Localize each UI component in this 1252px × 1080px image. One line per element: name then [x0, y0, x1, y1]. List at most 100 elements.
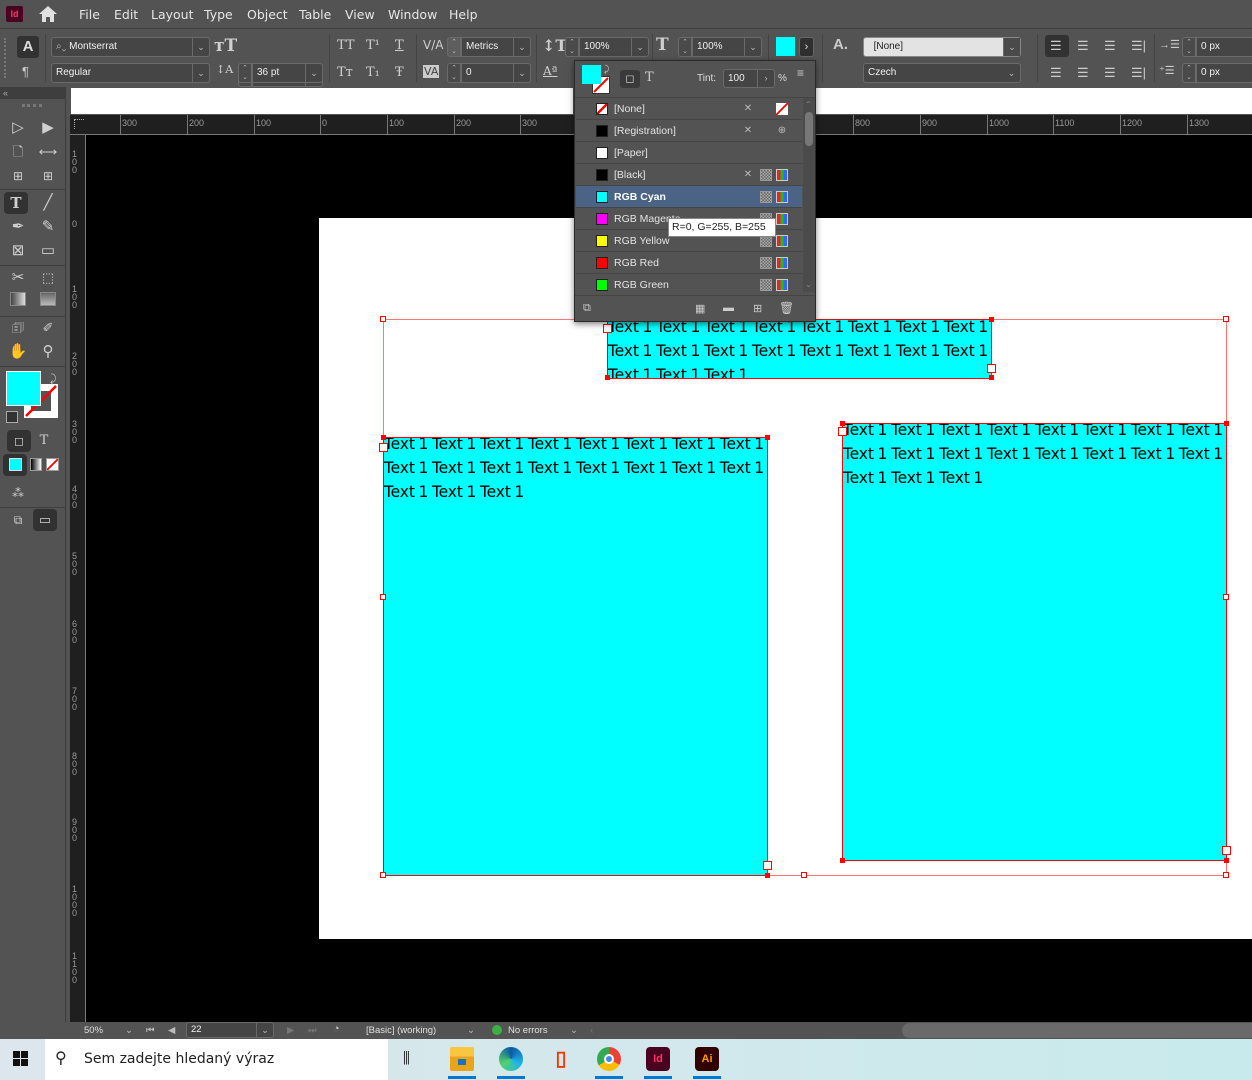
new-color-group-icon[interactable]: ▬: [723, 302, 734, 314]
gap-tool-icon[interactable]: ⟷: [36, 141, 60, 163]
new-swatch-icon[interactable]: ⊞: [753, 302, 762, 315]
out-port-handle[interactable]: [1222, 846, 1231, 855]
frame-corner-handle[interactable]: [381, 435, 386, 440]
character-style-field[interactable]: [None] ⌄: [863, 37, 1021, 57]
menu-table[interactable]: Table: [299, 7, 331, 22]
selection-handle[interactable]: [1223, 872, 1229, 878]
chrome-icon[interactable]: [597, 1047, 621, 1071]
swatch-row[interactable]: RGB Cyan: [576, 186, 802, 208]
ruler-origin-icon[interactable]: [74, 119, 84, 129]
chevron-down-icon[interactable]: ⌄: [192, 38, 209, 56]
all-caps-button[interactable]: TT: [337, 38, 355, 53]
selection-handle[interactable]: [380, 594, 386, 600]
menu-window[interactable]: Window: [388, 7, 437, 22]
paragraph-mode-icon[interactable]: ¶: [22, 64, 29, 79]
horizontal-scrollbar-thumb[interactable]: [902, 1023, 1252, 1038]
frame-corner-handle[interactable]: [840, 421, 845, 426]
zoom-tool-icon[interactable]: ⚲: [36, 341, 60, 363]
swatch-row[interactable]: RGB Red: [576, 252, 802, 274]
show-swatch-options-icon[interactable]: ⧉: [583, 302, 591, 315]
in-port-handle[interactable]: [379, 443, 388, 452]
tint-field[interactable]: 100 ›: [723, 69, 775, 88]
formatting-text-icon[interactable]: T: [32, 430, 56, 452]
type-tool-icon[interactable]: T: [4, 192, 28, 214]
fill-color-swatch[interactable]: [776, 37, 795, 56]
menu-view[interactable]: View: [345, 7, 375, 22]
chevron-down-icon[interactable]: ⌄: [256, 1023, 273, 1037]
container-format-button[interactable]: ◻: [620, 70, 640, 88]
out-port-handle[interactable]: [987, 364, 996, 373]
pen-tool-icon[interactable]: ✒: [6, 216, 30, 238]
selection-handle[interactable]: [801, 872, 807, 878]
windows-start-icon[interactable]: [13, 1051, 29, 1067]
left-indent-field[interactable]: 0 px: [1196, 37, 1252, 57]
frame-corner-handle[interactable]: [1224, 858, 1229, 863]
edge-icon[interactable]: [499, 1047, 523, 1071]
scrollbar-track[interactable]: ⌃ ⌄: [803, 98, 815, 292]
justify-left-icon[interactable]: ☰: [1050, 65, 1062, 81]
align-left-icon[interactable]: ☰: [1050, 38, 1062, 54]
kerning-stepper[interactable]: ⌃ ⌄: [447, 37, 461, 57]
chevron-down-icon[interactable]: ⌄: [1003, 64, 1020, 82]
tracking-stepper[interactable]: ⌃ ⌄: [447, 63, 461, 83]
apply-none-button[interactable]: [40, 454, 64, 476]
tracking-field[interactable]: 0 ⌄: [461, 63, 531, 83]
justify-all-icon[interactable]: ☰|: [1131, 65, 1146, 81]
content-placer-icon[interactable]: ⊞: [36, 165, 60, 187]
kerning-field[interactable]: Metrics ⌄: [461, 37, 531, 57]
line-tool-icon[interactable]: ╱: [36, 192, 60, 214]
text-frame-right[interactable]: Text 1 Text 1 Text 1 Text 1 Text 1 Text …: [842, 423, 1227, 861]
text-frame-content[interactable]: Text 1 Text 1 Text 1 Text 1 Text 1 Text …: [843, 424, 1226, 490]
leading-field[interactable]: 36 pt ⌄: [252, 63, 323, 83]
selection-tool-icon[interactable]: ▷: [6, 117, 30, 139]
chevron-down-icon[interactable]: ⌄: [744, 38, 761, 56]
illustrator-taskbar-icon[interactable]: Ai: [695, 1047, 719, 1071]
fill-swatch[interactable]: [6, 371, 41, 406]
office-icon[interactable]: ▯: [549, 1047, 573, 1071]
chevron-down-icon[interactable]: ⌄: [305, 64, 322, 82]
vertical-ruler[interactable]: 100 0 100 200 300 400 500 600 700 800 900 1000 1100: [70, 135, 86, 1022]
first-line-indent-stepper[interactable]: ⌃ ⌄: [1182, 63, 1196, 83]
frame-corner-handle[interactable]: [1224, 421, 1229, 426]
frame-corner-handle[interactable]: [989, 375, 994, 380]
menu-layout[interactable]: Layout: [151, 7, 194, 22]
rectangle-tool-icon[interactable]: ▭: [36, 240, 60, 262]
vertical-scale-field[interactable]: 100% ⌄: [579, 37, 649, 57]
taskbar-search-box[interactable]: ⚲ Sem zadejte hledaný výraz: [45, 1039, 388, 1080]
menu-object[interactable]: Object: [247, 7, 288, 22]
scroll-left-icon[interactable]: ‹: [590, 1025, 593, 1036]
first-page-icon[interactable]: ⏮: [146, 1025, 155, 1036]
zoom-level[interactable]: 50%: [84, 1025, 103, 1036]
superscript-button[interactable]: T¹: [366, 38, 380, 53]
scissors-tool-icon[interactable]: ✂: [6, 267, 30, 289]
selection-handle[interactable]: [380, 316, 386, 322]
strikethrough-button[interactable]: Ŧ: [395, 65, 404, 80]
previous-page-icon[interactable]: ◀: [168, 1025, 175, 1036]
collapse-panel-icon[interactable]: «: [0, 87, 66, 99]
gradient-feather-tool-icon[interactable]: [36, 291, 60, 313]
align-center-icon[interactable]: ☰: [1077, 38, 1089, 54]
gradient-swatch-tool-icon[interactable]: [6, 291, 30, 313]
swatch-row[interactable]: [Registration] ✕ ⊕: [576, 120, 802, 142]
font-style-field[interactable]: Regular ⌄: [51, 63, 210, 83]
left-indent-stepper[interactable]: ⌃ ⌄: [1182, 37, 1196, 57]
selection-handle[interactable]: [1223, 594, 1229, 600]
swatch-views-icon[interactable]: ▦: [695, 302, 705, 315]
pencil-tool-icon[interactable]: ✎: [36, 216, 60, 238]
align-right-icon[interactable]: ☰: [1104, 38, 1116, 54]
rectangle-frame-tool-icon[interactable]: ⊠: [6, 240, 30, 262]
page-tool-icon[interactable]: 🗋: [6, 141, 30, 163]
content-collector-icon[interactable]: ⊞: [6, 165, 30, 187]
preflight-profile[interactable]: [Basic] (working): [366, 1025, 436, 1036]
errors-dropdown-icon[interactable]: ⌄: [570, 1025, 578, 1036]
eyedropper-tool-icon[interactable]: ✐: [36, 317, 60, 339]
chevron-down-icon[interactable]: ⌄: [1003, 38, 1020, 56]
swatch-row[interactable]: [Black] ✕: [576, 164, 802, 186]
chevron-down-icon[interactable]: ⌄: [192, 64, 209, 82]
scroll-down-icon[interactable]: ⌄: [805, 280, 812, 289]
swatch-row[interactable]: [None] ✕: [576, 98, 802, 120]
swatch-row[interactable]: [Paper]: [576, 142, 802, 164]
formatting-container-icon[interactable]: ◻: [7, 430, 31, 452]
error-count[interactable]: No errors: [508, 1025, 548, 1036]
in-port-handle[interactable]: [838, 427, 847, 436]
